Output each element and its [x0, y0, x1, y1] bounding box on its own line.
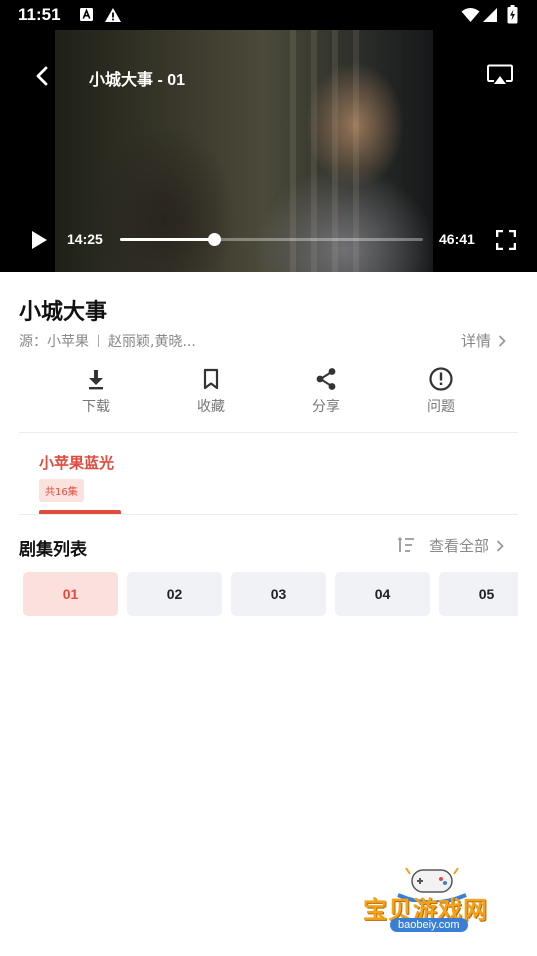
current-time: 14:25 [67, 231, 103, 247]
details-link[interactable]: 详情 [461, 330, 507, 351]
back-arrow-icon[interactable] [30, 63, 56, 89]
episode-count-badge: 共16集 [39, 479, 84, 502]
report-button[interactable]: 问题 [401, 366, 481, 416]
episode-list-title: 剧集列表 [19, 540, 87, 560]
episode-list: 01 02 03 04 05 [23, 572, 518, 616]
episode-chip[interactable]: 03 [231, 572, 326, 616]
chevron-right-icon [496, 539, 504, 552]
cast-list: 赵丽颖,黄晓... [108, 334, 196, 350]
favorite-label: 收藏 [197, 399, 225, 415]
status-time: 11:51 [18, 5, 61, 24]
notification-a-icon [80, 8, 93, 21]
chevron-right-icon [498, 334, 506, 347]
episode-chip[interactable]: 01 [23, 572, 118, 616]
wifi-icon [461, 8, 480, 22]
report-label: 问题 [427, 399, 455, 415]
details-label: 详情 [461, 332, 492, 350]
signal-icon [483, 8, 497, 22]
view-all-label: 查看全部 [429, 537, 490, 555]
player-top-bar: 小城大事 - 01 [0, 55, 537, 95]
episode-list-header: 剧集列表 查看全部 [19, 534, 518, 560]
share-label: 分享 [312, 399, 340, 415]
site-watermark: 宝贝游戏网 baobeiy.com [360, 862, 506, 950]
seek-bar-thumb[interactable] [207, 233, 221, 246]
player-bottom-bar: 14:25 46:41 [0, 224, 537, 256]
show-meta: 源：小苹果 赵丽颖,黄晓... [19, 331, 196, 351]
sort-icon[interactable] [397, 535, 417, 555]
play-icon[interactable] [29, 229, 49, 251]
episode-chip[interactable]: 05 [439, 572, 518, 616]
battery-charging-icon [507, 5, 518, 24]
source-tab-name: 小苹果蓝光 [39, 454, 115, 472]
section-divider [19, 514, 518, 515]
view-all-button[interactable]: 查看全部 [429, 535, 505, 556]
section-divider [19, 432, 518, 433]
bookmark-icon [203, 368, 219, 390]
share-icon [316, 368, 336, 390]
cast-icon[interactable] [486, 63, 514, 87]
fullscreen-icon[interactable] [496, 230, 516, 250]
favorite-button[interactable]: 收藏 [171, 366, 251, 416]
seek-bar[interactable] [120, 233, 423, 246]
episode-chip[interactable]: 02 [127, 572, 222, 616]
report-icon [429, 367, 453, 391]
total-time: 46:41 [439, 231, 475, 247]
share-button[interactable]: 分享 [286, 366, 366, 416]
status-bar: 11:51 [0, 0, 537, 30]
episode-chip[interactable]: 04 [335, 572, 430, 616]
download-label: 下载 [82, 399, 110, 415]
show-title: 小城大事 [19, 300, 108, 325]
seek-bar-progress [120, 238, 214, 241]
source-tab[interactable]: 小苹果蓝光 共16集 [39, 452, 123, 514]
meta-divider [98, 335, 99, 347]
download-icon [89, 370, 103, 390]
video-player[interactable]: 11:51 小城大事 - 01 14:25 46:41 [0, 0, 537, 272]
action-row: 下载 收藏 分享 问题 [38, 366, 498, 418]
video-title: 小城大事 - 01 [89, 72, 186, 89]
download-button[interactable]: 下载 [56, 366, 136, 416]
warning-icon [105, 8, 121, 22]
watermark-url: baobeiy.com [390, 918, 468, 932]
source-label: 源：小苹果 [19, 334, 89, 350]
